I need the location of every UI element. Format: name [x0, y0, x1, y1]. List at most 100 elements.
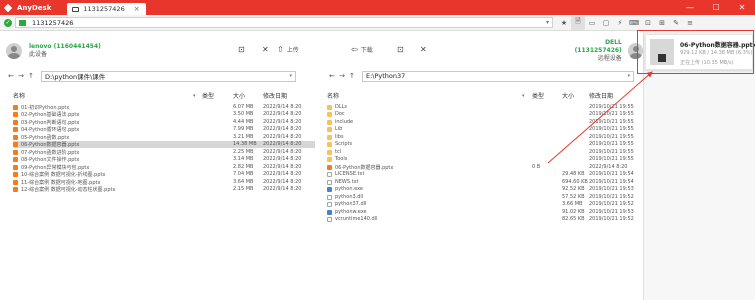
col-date[interactable]: 修改日期	[589, 91, 613, 100]
file-type: 0 B	[532, 163, 541, 170]
display-icon[interactable]: ▭	[585, 16, 599, 30]
title-bar: AnyDesk 1131257426 × — ☐ ✕	[0, 0, 755, 15]
file-row[interactable]: tcl 2019/10/21 19:55	[327, 148, 639, 156]
col-name[interactable]: 名称	[327, 91, 339, 100]
file-row[interactable]: 03-Python判断语句.pptx 4.44 MB 2022/9/14 8:20	[13, 118, 315, 126]
col-date[interactable]: 修改日期	[263, 91, 287, 100]
pptx-file-icon	[13, 179, 18, 185]
session-tab[interactable]: 1131257426 ×	[67, 3, 146, 15]
download-arrow-icon: ⇦	[351, 44, 358, 54]
file-row[interactable]: include 2019/10/21 19:55	[327, 118, 639, 126]
remote-path-input[interactable]: E:\Python37 ▾	[362, 70, 634, 82]
up-arrow-icon[interactable]: ↑	[347, 72, 357, 80]
switch-sides-icon[interactable]: ⊞	[655, 16, 669, 30]
file-row[interactable]: pythonw.exe 91.02 KB 2019/10/21 19:53	[327, 208, 639, 216]
col-type[interactable]: 类型	[202, 91, 214, 100]
file-row[interactable]: Tools 2019/10/21 19:55	[327, 156, 639, 164]
bookmark-star-icon[interactable]: ★	[557, 16, 571, 30]
file-icon	[327, 172, 332, 177]
file-row[interactable]: 02-Python基础语法.pptx 3.50 MB 2022/9/14 8:20	[13, 111, 315, 118]
local-path-row: ← → ↑ D:\python课件\课件 ▾	[6, 70, 296, 82]
remote-view-button[interactable]: ⊡	[397, 44, 407, 54]
col-size[interactable]: 大小	[233, 91, 245, 100]
local-view-button[interactable]: ⊡	[238, 44, 248, 54]
keyboard-icon[interactable]: ⌨	[627, 16, 641, 30]
file-row[interactable]: DLLs 2019/10/21 19:55	[327, 103, 639, 111]
file-row[interactable]: 10-综合案例 数据可视化-折线图.pptx 7.04 MB 2022/9/14 8…	[13, 171, 315, 178]
pptx-file-icon	[13, 157, 18, 162]
pptx-file-icon	[13, 164, 18, 170]
file-date: 2019/10/21 19:52	[589, 201, 634, 207]
close-tab-icon[interactable]: ×	[134, 5, 140, 13]
file-row[interactable]: Lib 2019/10/21 19:55	[327, 126, 639, 134]
file-row[interactable]: 04-Python循环语句.pptx 7.99 MB 2022/9/14 8:20	[13, 126, 315, 133]
file-row[interactable]: 11-综合案例 数据可视化-地图.pptx 3.64 MB 2022/9/14 8:…	[13, 178, 315, 186]
back-arrow-icon[interactable]: ←	[6, 72, 16, 80]
remote-close-button[interactable]: ✕	[420, 44, 430, 54]
file-row[interactable]: 01-初识Python.pptx 6.07 MB 2022/9/14 8:20	[13, 103, 315, 111]
file-row[interactable]: vcruntime140.dll 82.65 KB 2019/10/21 19:52	[327, 216, 639, 224]
up-arrow-icon[interactable]: ↑	[26, 72, 36, 80]
actions-icon[interactable]: ⚡	[613, 16, 627, 30]
file-row[interactable]: 08-Python文件操作.pptx 3.14 MB 2022/9/14 8:20	[13, 156, 315, 163]
file-row[interactable]: Scripts 2019/10/21 19:55	[327, 141, 639, 149]
file-name: Doc	[335, 111, 345, 117]
local-path-input[interactable]: D:\python课件\课件 ▾	[41, 70, 296, 82]
file-row[interactable]: 09-Python异常模块与包.pptx 2.82 MB 2022/9/14 8:2…	[13, 163, 315, 171]
file-row[interactable]: python3.dll 57.52 KB 2019/10/21 19:52	[327, 193, 639, 201]
maximize-button[interactable]: ☐	[703, 0, 729, 15]
forward-arrow-icon[interactable]: →	[337, 72, 347, 80]
chevron-down-icon[interactable]: ▾	[627, 73, 630, 79]
file-row[interactable]: 07-Python函数进阶.pptx 2.25 MB 2022/9/14 8:20	[13, 148, 315, 156]
file-size: 3.64 MB	[233, 178, 254, 185]
local-peer-name: lenovo (1160441454)	[29, 43, 101, 50]
draw-icon[interactable]: ✎	[669, 16, 683, 30]
anydesk-logo-icon	[3, 3, 13, 12]
session-toolbar: ★ 🗎 ▭ ▢ ⚡ ⌨ ⊡ ⊞ ✎ ≡	[557, 15, 697, 30]
sort-chevron-icon[interactable]: ▾	[522, 93, 525, 99]
download-button[interactable]: ⇦ 下载	[351, 44, 373, 54]
file-size: 3.21 MB	[233, 133, 254, 140]
col-type[interactable]: 类型	[532, 91, 544, 100]
file-name: 06-Python数据容器.pptx	[335, 164, 394, 171]
file-date: 2019/10/21 19:55	[589, 141, 634, 147]
file-row[interactable]: 12-综合案例 数据可视化-动态柱状图.pptx 2.15 MB 2022/9/14…	[13, 186, 315, 193]
file-date: 2019/10/21 19:54	[589, 171, 634, 177]
menu-icon[interactable]: ≡	[683, 16, 697, 30]
chevron-down-icon[interactable]: ▾	[289, 73, 292, 79]
file-date: 2022/9/14 8:20	[263, 118, 302, 125]
file-row[interactable]: LICENSE.txt 29.48 KB 2019/10/21 19:54	[327, 171, 639, 179]
upload-button[interactable]: ⇧ 上传	[277, 44, 299, 54]
chat-icon[interactable]: ▢	[599, 16, 613, 30]
file-row[interactable]: NEWS.txt 694.60 KB 2019/10/21 19:54	[327, 178, 639, 186]
file-size: 2.82 MB	[233, 163, 254, 170]
file-row[interactable]: python37.dll 3.66 MB 2019/10/21 19:52	[327, 201, 639, 209]
file-name: NEWS.txt	[335, 178, 359, 185]
file-row[interactable]: python.exe 92.52 KB 2019/10/21 19:53	[327, 186, 639, 194]
chevron-down-icon[interactable]: ▾	[546, 19, 549, 26]
close-icon: ✕	[420, 44, 427, 54]
file-row[interactable]: libs 2019/10/21 19:55	[327, 133, 639, 141]
local-close-button[interactable]: ✕	[262, 44, 272, 54]
file-date: 2022/9/14 8:20	[263, 111, 302, 117]
file-row[interactable]: 05-Python函数.pptx 3.21 MB 2022/9/14 8:20	[13, 133, 315, 141]
minimize-button[interactable]: —	[677, 0, 703, 15]
file-row[interactable]: Doc 2019/10/21 19:55	[327, 111, 639, 119]
sort-chevron-icon[interactable]: ▾	[193, 93, 196, 99]
file-name: python37.dll	[335, 201, 367, 207]
col-size[interactable]: 大小	[562, 91, 574, 100]
close-button[interactable]: ✕	[729, 0, 755, 15]
file-row[interactable]: 06-Python数据容器.pptx 0 B 2022/9/14 8:20	[327, 163, 639, 171]
forward-arrow-icon[interactable]: →	[16, 72, 26, 80]
file-name: tcl	[335, 148, 342, 155]
remote-desk-icon	[19, 19, 26, 26]
file-transfer-icon[interactable]: 🗎	[571, 15, 585, 30]
file-date: 2019/10/21 19:55	[589, 103, 634, 110]
file-row[interactable]: 06-Python数据容器.pptx 14.38 MB 2022/9/14 8:20	[13, 140, 315, 148]
col-name[interactable]: 名称	[13, 91, 25, 100]
record-icon[interactable]: ⊡	[641, 16, 655, 30]
back-arrow-icon[interactable]: ←	[327, 72, 337, 80]
file-size: 82.65 KB	[562, 216, 585, 222]
address-input[interactable]: 1131257426 ▾	[15, 17, 553, 28]
file-name: Tools	[335, 156, 348, 162]
